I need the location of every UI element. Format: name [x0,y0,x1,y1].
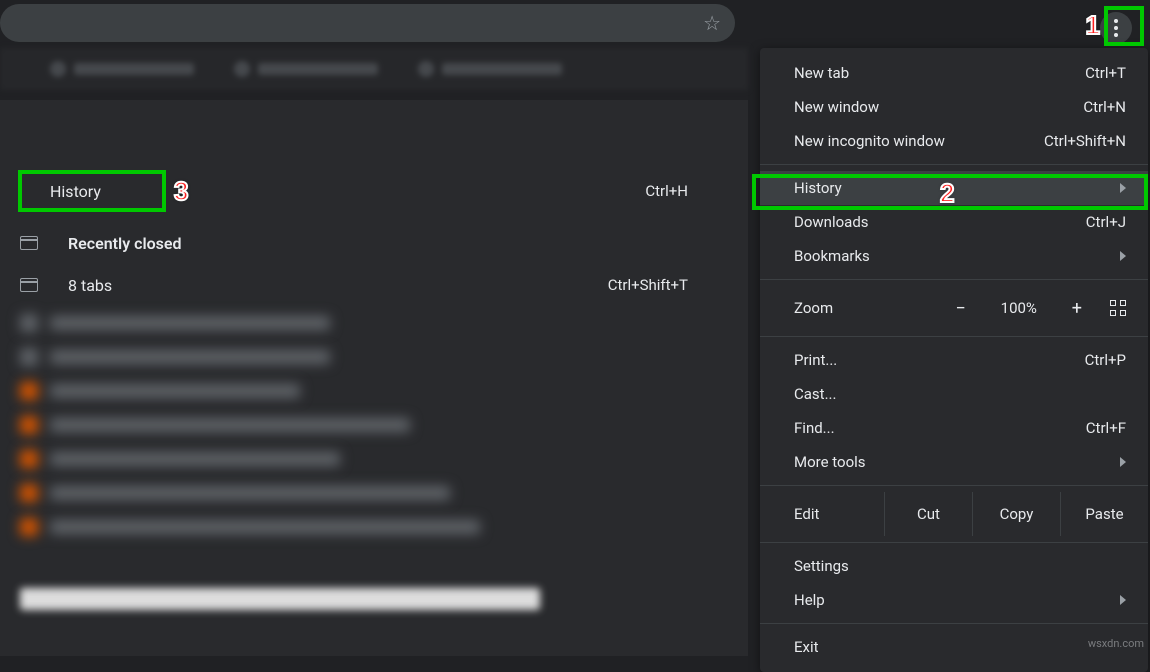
separator [760,623,1148,624]
blurred-history-item[interactable] [0,408,748,442]
submenu-history-shortcut: Ctrl+H [645,182,728,200]
fullscreen-icon[interactable] [1110,300,1126,316]
callout-number-1: 1 [1086,10,1100,41]
eight-tabs-row[interactable]: 8 tabs Ctrl+Shift+T [0,264,748,306]
omnibox[interactable]: ☆ [0,4,735,42]
callout-number-3: 3 [174,176,188,207]
eight-tabs-shortcut: Ctrl+Shift+T [608,276,728,294]
zoom-in-button[interactable]: + [1072,298,1082,319]
bookmarks-bar [0,48,748,90]
history-submenu: History Ctrl+H Recently closed 8 tabs Ct… [0,100,748,656]
separator [760,542,1148,543]
separator [760,279,1148,280]
chevron-right-icon [1120,183,1126,193]
menu-bookmarks[interactable]: Bookmarks [760,239,1148,273]
tab-icon [20,278,38,292]
submenu-history[interactable]: History Ctrl+H [0,170,748,212]
edit-cut[interactable]: Cut [884,492,972,536]
recently-closed-label: Recently closed [38,234,182,253]
blurred-history-item[interactable] [0,442,748,476]
menu-edit: Edit Cut Copy Paste [760,492,1148,536]
chevron-right-icon [1120,457,1126,467]
blurred-history-item[interactable] [0,306,748,340]
menu-incognito[interactable]: New incognito window Ctrl+Shift+N [760,124,1148,158]
blurred-history-list [0,306,748,544]
toolbar: ☆ [0,0,1150,48]
chevron-right-icon [1120,251,1126,261]
edit-copy[interactable]: Copy [972,492,1060,536]
callout-number-2: 2 [940,178,954,209]
blurred-history-item[interactable] [0,340,748,374]
separator [760,336,1148,337]
zoom-out-button[interactable]: − [955,298,965,319]
star-icon[interactable]: ☆ [703,11,721,35]
blurred-history-item[interactable] [0,476,748,510]
menu-downloads[interactable]: Downloads Ctrl+J [760,205,1148,239]
separator [760,164,1148,165]
edit-paste[interactable]: Paste [1060,492,1148,536]
menu-cast[interactable]: Cast... [760,377,1148,411]
vertical-dots-icon [1114,19,1118,37]
menu-find[interactable]: Find... Ctrl+F [760,411,1148,445]
menu-help[interactable]: Help [760,583,1148,617]
menu-more-tools[interactable]: More tools [760,445,1148,479]
blurred-input-bar [20,588,540,610]
tab-icon [20,236,38,250]
browser-main-menu: New tab Ctrl+T New window Ctrl+N New inc… [760,48,1148,672]
chevron-right-icon [1120,595,1126,605]
menu-settings[interactable]: Settings [760,549,1148,583]
menu-print[interactable]: Print... Ctrl+P [760,343,1148,377]
kebab-menu-button[interactable] [1100,12,1132,44]
recently-closed-header: Recently closed [0,222,748,264]
zoom-value: 100% [994,299,1044,317]
blurred-history-item[interactable] [0,510,748,544]
menu-new-tab[interactable]: New tab Ctrl+T [760,56,1148,90]
separator [760,485,1148,486]
submenu-history-label: History [20,182,101,201]
menu-zoom: Zoom − 100% + [760,286,1148,330]
watermark: wsxdn.com [1088,637,1144,650]
blurred-history-item[interactable] [0,374,748,408]
menu-new-window[interactable]: New window Ctrl+N [760,90,1148,124]
eight-tabs-label: 8 tabs [38,276,112,295]
